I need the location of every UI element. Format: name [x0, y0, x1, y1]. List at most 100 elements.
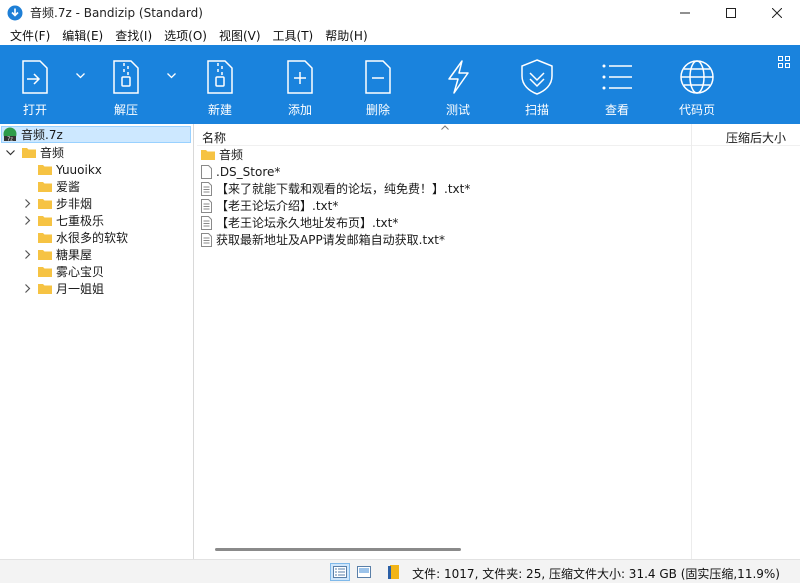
- minimize-icon: [680, 12, 690, 13]
- maximize-button[interactable]: [708, 0, 754, 25]
- preview-view-button[interactable]: [354, 563, 374, 581]
- archive-book-icon: [388, 565, 399, 579]
- svg-text:7z: 7z: [7, 136, 13, 142]
- open-label: 打开: [22, 103, 47, 117]
- menu-help[interactable]: 帮助(H): [319, 27, 373, 44]
- text-file-icon: [201, 198, 212, 213]
- extract-button[interactable]: 解压: [105, 45, 147, 124]
- column-name-header[interactable]: 名称: [202, 129, 226, 146]
- folder-tree[interactable]: 7z 音频.7z 音频 Yuuoikx 爱酱 步非烟 七重极乐 水很多的软软 糖…: [0, 124, 194, 559]
- scan-button[interactable]: 扫描: [515, 45, 559, 124]
- tree-item-label: 月一姐姐: [56, 282, 105, 296]
- minimize-button[interactable]: [662, 0, 708, 25]
- new-label: 新建: [207, 103, 232, 117]
- folder-icon: [201, 150, 215, 160]
- tree-item-child[interactable]: 七重极乐: [22, 212, 104, 229]
- tree-item-child[interactable]: 步非烟: [22, 195, 92, 212]
- file-row[interactable]: .DS_Store*: [201, 163, 280, 180]
- menu-find[interactable]: 查找(I): [109, 27, 158, 44]
- status-bar: 文件: 1017, 文件夹: 25, 压缩文件大小: 31.4 GB (固实压缩…: [0, 559, 800, 583]
- menu-bar: 文件(F) 编辑(E) 查找(I) 选项(O) 视图(V) 工具(T) 帮助(H…: [0, 25, 800, 45]
- chevron-down-icon: [5, 149, 15, 155]
- file-name: .DS_Store*: [216, 164, 281, 179]
- open-dropdown[interactable]: [73, 69, 87, 83]
- expand-toggle[interactable]: [22, 249, 34, 261]
- menu-view[interactable]: 视图(V): [213, 27, 267, 44]
- toolbar: 打开 解压 新建 添加 删除 测试 扫描 查看 代码页: [0, 45, 800, 124]
- tree-item-child[interactable]: 雾心宝贝: [38, 263, 104, 280]
- folder-icon: [38, 165, 52, 175]
- extract-dropdown[interactable]: [164, 69, 178, 83]
- tree-root-label: 音频.7z: [21, 128, 63, 142]
- tree-item-child[interactable]: Yuuoikx: [38, 161, 102, 178]
- folder-icon: [22, 148, 36, 158]
- horizontal-scrollbar[interactable]: [215, 548, 461, 551]
- view-button[interactable]: 查看: [596, 45, 638, 124]
- chevron-down-icon: [166, 73, 176, 79]
- column-compressed-size-header[interactable]: 压缩后大小: [726, 129, 786, 146]
- tree-item-label: Yuuoikx: [56, 162, 102, 177]
- tree-item-label: 七重极乐: [56, 214, 105, 228]
- layout-grid-button[interactable]: [778, 56, 790, 71]
- expand-toggle[interactable]: [22, 283, 34, 295]
- file-row[interactable]: 【来了就能下载和观看的论坛，纯免费！】.txt*: [201, 180, 470, 197]
- tree-item-child[interactable]: 爱酱: [38, 178, 80, 195]
- bandizip-app-icon: [7, 5, 23, 20]
- extract-archive-icon: [113, 60, 139, 94]
- expand-toggle[interactable]: [4, 147, 16, 159]
- menu-file[interactable]: 文件(F): [4, 27, 56, 44]
- open-button[interactable]: 打开: [15, 45, 55, 124]
- chevron-right-icon: [25, 250, 31, 259]
- window-title: 音频.7z - Bandizip (Standard): [30, 6, 203, 20]
- tree-root-archive[interactable]: 7z 音频.7z: [1, 126, 191, 143]
- close-button[interactable]: [754, 0, 800, 25]
- new-archive-icon: [207, 60, 233, 94]
- column-divider[interactable]: [691, 124, 692, 559]
- test-button[interactable]: 测试: [437, 45, 479, 124]
- archive-info-button[interactable]: [384, 563, 404, 581]
- delete-button[interactable]: 删除: [357, 45, 399, 124]
- folder-icon: [38, 267, 52, 277]
- tree-item-label: 音频: [40, 146, 65, 160]
- file-row[interactable]: 获取最新地址及APP请发邮箱自动获取.txt*: [201, 231, 445, 248]
- details-view-button[interactable]: [330, 563, 350, 581]
- file-row[interactable]: 【老王论坛永久地址发布页】.txt*: [201, 214, 398, 231]
- sort-ascending-icon: [441, 125, 449, 130]
- lightning-icon: [448, 60, 469, 94]
- codepage-button[interactable]: 代码页: [676, 45, 718, 124]
- blank-file-icon: [201, 164, 212, 179]
- tree-item-audio[interactable]: 音频: [4, 144, 64, 161]
- column-header-row: 名称 压缩后大小: [197, 124, 800, 146]
- file-name: 音频: [219, 148, 244, 162]
- file-row[interactable]: 音频: [201, 146, 243, 163]
- tree-item-label: 爱酱: [56, 180, 81, 194]
- text-file-icon: [201, 181, 212, 196]
- delete-label: 删除: [365, 103, 390, 117]
- file-name: 获取最新地址及APP请发邮箱自动获取.txt*: [216, 233, 446, 247]
- tree-item-label: 水很多的软软: [56, 231, 129, 245]
- tree-item-child[interactable]: 水很多的软软: [38, 229, 128, 246]
- menu-tools[interactable]: 工具(T): [267, 27, 320, 44]
- folder-icon: [38, 199, 52, 209]
- shield-icon: [521, 59, 553, 95]
- add-label: 添加: [287, 103, 312, 117]
- expand-toggle[interactable]: [22, 215, 34, 227]
- file-list[interactable]: 名称 压缩后大小 音频 .DS_Store* 【来了就能下载和观看的论坛，纯免费…: [197, 124, 800, 559]
- test-label: 测试: [445, 103, 470, 117]
- codepage-label: 代码页: [678, 103, 715, 117]
- tree-item-child[interactable]: 月一姐姐: [22, 280, 104, 297]
- file-row[interactable]: 【老王论坛介绍】.txt*: [201, 197, 338, 214]
- tree-item-child[interactable]: 糖果屋: [22, 246, 92, 263]
- file-name: 【老王论坛永久地址发布页】.txt*: [216, 216, 399, 230]
- menu-options[interactable]: 选项(O): [158, 27, 213, 44]
- expand-toggle[interactable]: [22, 198, 34, 210]
- add-button[interactable]: 添加: [279, 45, 321, 124]
- title-bar: 音频.7z - Bandizip (Standard): [0, 0, 800, 25]
- add-file-icon: [287, 60, 313, 94]
- menu-edit[interactable]: 编辑(E): [56, 27, 109, 44]
- new-button[interactable]: 新建: [199, 45, 241, 124]
- delete-file-icon: [365, 60, 391, 94]
- text-file-icon: [201, 215, 212, 230]
- chevron-right-icon: [25, 199, 31, 208]
- file-name: 【老王论坛介绍】.txt*: [216, 199, 339, 213]
